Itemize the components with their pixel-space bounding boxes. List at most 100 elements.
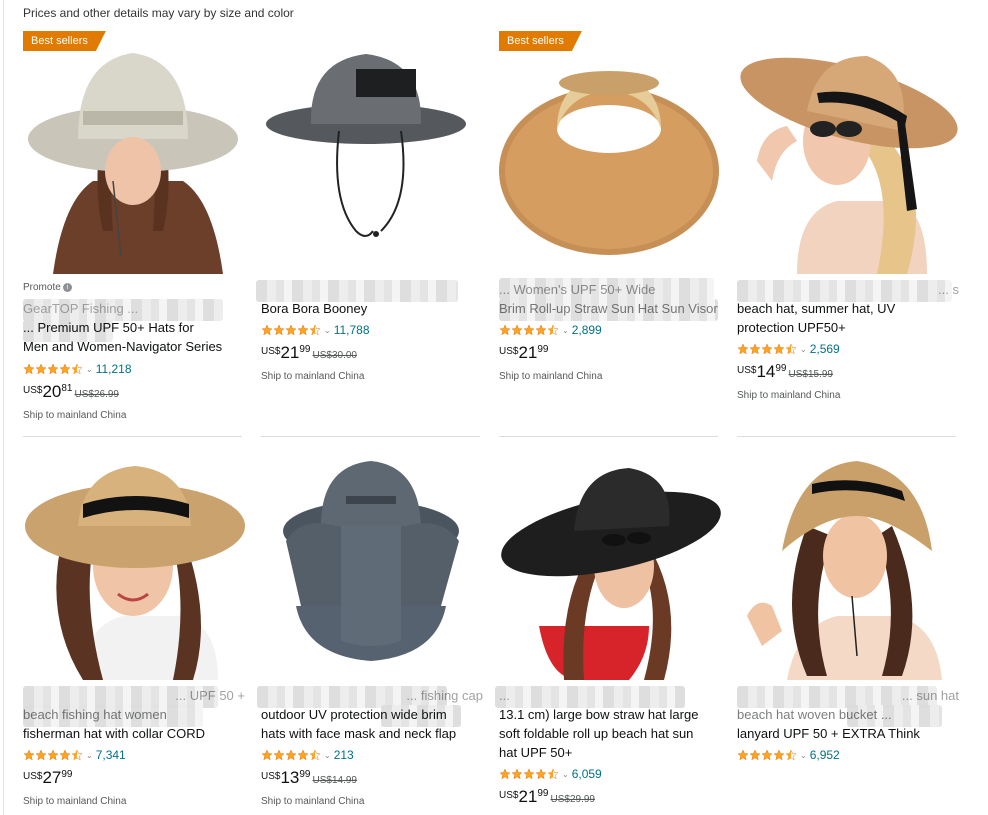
star-icon xyxy=(35,363,47,375)
star-icon xyxy=(47,363,59,375)
shipping-info: Ship to mainland China xyxy=(737,390,841,401)
star-icon xyxy=(285,324,297,336)
price[interactable]: US$1399US$14.99 xyxy=(261,768,357,788)
star-icon xyxy=(273,324,285,336)
list-price: US$14.99 xyxy=(312,775,357,786)
star-icon xyxy=(273,749,285,761)
row-divider xyxy=(23,436,242,437)
product-card-6[interactable]: ... fishing cap outdoor UV protection wi… xyxy=(257,456,483,815)
review-count[interactable]: 11,218 xyxy=(96,362,132,376)
chevron-down-icon[interactable]: ⌄ xyxy=(86,365,93,374)
review-count[interactable]: 2,569 xyxy=(810,342,840,356)
star-rating[interactable] xyxy=(499,324,559,336)
review-count[interactable]: 7,341 xyxy=(96,748,126,762)
product-card-5[interactable]: ... UPF 50 + beach fishing hat women fis… xyxy=(23,456,245,815)
product-image[interactable] xyxy=(261,31,483,274)
product-card-4[interactable]: ... s beach hat, summer hat, UV protecti… xyxy=(737,31,959,421)
star-icon xyxy=(737,343,749,355)
price[interactable]: US$2199US$29.99 xyxy=(499,787,595,807)
product-title[interactable]: ... 13.1 cm) large bow straw hat large s… xyxy=(499,686,721,762)
product-image[interactable] xyxy=(23,456,245,680)
product-image[interactable] xyxy=(737,31,959,274)
star-rating[interactable] xyxy=(261,324,321,336)
star-icon xyxy=(761,343,773,355)
star-icon xyxy=(297,324,309,336)
star-rating[interactable] xyxy=(261,749,321,761)
review-count[interactable]: 2,899 xyxy=(572,323,602,337)
product-image[interactable] xyxy=(499,456,721,680)
star-rating[interactable] xyxy=(23,363,83,375)
star-icon xyxy=(59,749,71,761)
star-rating[interactable] xyxy=(737,343,797,355)
product-card-1[interactable]: Best sellers Promote i GearTOP Fishing ..… xyxy=(23,31,245,421)
star-rating[interactable] xyxy=(499,768,559,780)
half-star-icon xyxy=(71,749,83,761)
rating-row[interactable]: ⌄ 2,899 xyxy=(499,323,602,337)
half-star-icon xyxy=(309,324,321,336)
star-icon xyxy=(523,768,535,780)
product-card-7[interactable]: ... 13.1 cm) large bow straw hat large s… xyxy=(495,456,721,815)
row-divider xyxy=(261,436,480,437)
product-title[interactable]: Bora Bora Booney xyxy=(261,299,483,318)
chevron-down-icon[interactable]: ⌄ xyxy=(562,326,569,335)
star-icon xyxy=(23,363,35,375)
list-price: US$26.99 xyxy=(74,389,119,400)
price-notice: Prices and other details may vary by siz… xyxy=(23,6,294,20)
product-card-3[interactable]: Best sellers ... Women's UPF 50+ Wide Br… xyxy=(499,31,721,421)
half-star-icon xyxy=(71,363,83,375)
star-icon xyxy=(261,324,273,336)
review-count[interactable]: 213 xyxy=(334,748,354,762)
rating-row[interactable]: ⌄ 7,341 xyxy=(23,748,126,762)
star-icon xyxy=(749,343,761,355)
star-icon xyxy=(285,749,297,761)
best-seller-badge: Best sellers xyxy=(499,31,582,51)
price[interactable]: US$2199US$30.00 xyxy=(261,343,357,363)
chevron-down-icon[interactable]: ⌄ xyxy=(562,770,569,779)
product-title[interactable]: ... Women's UPF 50+ Wide Brim Roll-up St… xyxy=(499,280,721,318)
product-title[interactable]: ... sun hat beach hat woven bucket ... l… xyxy=(737,686,959,743)
star-icon xyxy=(499,324,511,336)
star-icon xyxy=(59,363,71,375)
star-icon xyxy=(749,749,761,761)
rating-row[interactable]: ⌄ 6,059 xyxy=(499,767,602,781)
star-icon xyxy=(523,324,535,336)
price[interactable]: US$1499US$15.99 xyxy=(737,362,833,382)
star-icon xyxy=(35,749,47,761)
star-rating[interactable] xyxy=(23,749,83,761)
rating-row[interactable]: ⌄ 2,569 xyxy=(737,342,840,356)
rating-row[interactable]: ⌄ 6,952 xyxy=(737,748,840,762)
list-price: US$30.00 xyxy=(312,350,357,361)
chevron-down-icon[interactable]: ⌄ xyxy=(324,751,331,760)
product-card-2[interactable]: Bora Bora Booney ⌄ 11,788 US$2199US$30.0… xyxy=(256,31,483,421)
product-title[interactable]: ... fishing cap outdoor UV protection wi… xyxy=(261,686,483,743)
product-image[interactable] xyxy=(737,456,959,680)
product-image[interactable] xyxy=(499,31,721,274)
rating-row[interactable]: ⌄ 11,218 xyxy=(23,362,132,376)
product-image[interactable] xyxy=(23,31,245,274)
price[interactable]: US$2199 xyxy=(499,343,549,363)
review-count[interactable]: 11,788 xyxy=(334,323,370,337)
rating-row[interactable]: ⌄ 213 xyxy=(261,748,354,762)
product-title[interactable]: ... s beach hat, summer hat, UV protecti… xyxy=(737,280,959,337)
chevron-down-icon[interactable]: ⌄ xyxy=(324,326,331,335)
info-icon[interactable]: i xyxy=(62,283,72,292)
product-title[interactable]: ... UPF 50 + beach fishing hat women fis… xyxy=(23,686,245,743)
price[interactable]: US$2799 xyxy=(23,768,73,788)
review-count[interactable]: 6,952 xyxy=(810,748,840,762)
product-card-8[interactable]: ... sun hat beach hat woven bucket ... l… xyxy=(737,456,959,815)
product-title[interactable]: GearTOP Fishing ... ... Premium UPF 50+ … xyxy=(23,299,245,356)
chevron-down-icon[interactable]: ⌄ xyxy=(800,751,807,760)
list-price: US$29.99 xyxy=(550,794,595,805)
star-icon xyxy=(511,324,523,336)
half-star-icon xyxy=(547,768,559,780)
chevron-down-icon[interactable]: ⌄ xyxy=(86,751,93,760)
price[interactable]: US$2081US$26.99 xyxy=(23,382,119,402)
star-rating[interactable] xyxy=(737,749,797,761)
star-icon xyxy=(261,749,273,761)
product-image[interactable] xyxy=(261,456,483,680)
rating-row[interactable]: ⌄ 11,788 xyxy=(261,323,370,337)
review-count[interactable]: 6,059 xyxy=(572,767,602,781)
row-divider xyxy=(737,436,956,437)
star-icon xyxy=(737,749,749,761)
chevron-down-icon[interactable]: ⌄ xyxy=(800,345,807,354)
